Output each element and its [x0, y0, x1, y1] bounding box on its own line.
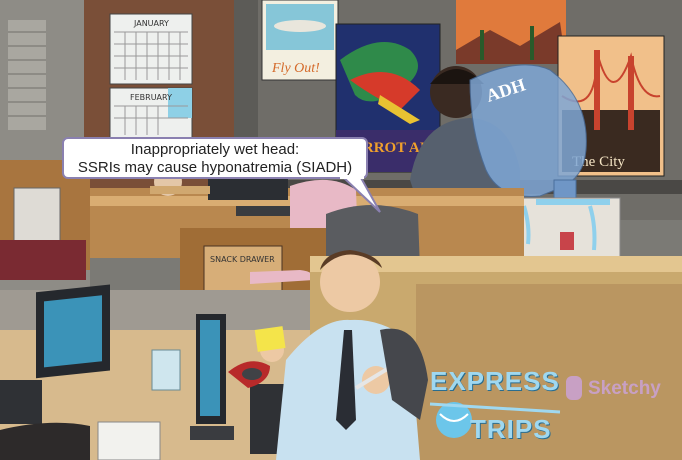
calendar-month-feb: FEBRUARY	[130, 93, 172, 102]
office-illustration: JANUARY FEBRUARY Fly Out! PARROT AIR The…	[0, 0, 682, 460]
logo-express-text: EXPRESS	[430, 366, 560, 396]
cup	[151, 349, 181, 391]
snack-drawer-label: SNACK DRAWER	[210, 255, 275, 264]
callout-line-1: Inappropriately wet head:	[130, 141, 300, 158]
monitor-left	[36, 284, 110, 379]
callout-pointer	[340, 176, 381, 213]
keyboard-back	[236, 206, 298, 216]
sketchy-logo-icon	[566, 376, 582, 400]
mouse	[242, 368, 262, 380]
trash-bin	[13, 187, 61, 243]
calendar-january: JANUARY	[109, 13, 193, 85]
callout-line-2: SSRIs may cause hyponatremia (SIADH)	[77, 159, 353, 176]
poster-fly-out-text: Fly Out!	[271, 61, 320, 76]
sticky-note	[254, 326, 286, 352]
poster-desert	[456, 0, 566, 64]
logo-trips-text: TRIPS	[470, 414, 552, 444]
keyboard-left	[0, 380, 42, 424]
scene: JANUARY FEBRUARY Fly Out! PARROT AIR The…	[0, 0, 682, 460]
paper	[97, 421, 161, 460]
logo-sketchy-text: Sketchy	[588, 378, 661, 399]
poster-fly-out: Fly Out!	[261, 0, 339, 81]
calendar-month-jan: JANUARY	[133, 19, 169, 28]
speech-callout: Inappropriately wet head: SSRIs may caus…	[62, 137, 368, 179]
